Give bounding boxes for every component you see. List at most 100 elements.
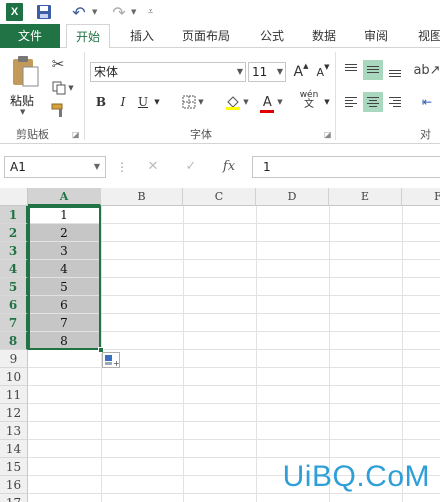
borders-icon — [182, 95, 196, 109]
cell-a1[interactable]: 1 — [28, 206, 101, 224]
font-launcher-icon[interactable]: ◪ — [324, 130, 332, 139]
row-header[interactable]: 16 — [0, 476, 28, 494]
cell-a4[interactable]: 4 — [28, 260, 101, 278]
row-header[interactable]: 1 — [0, 206, 28, 224]
save-icon[interactable] — [36, 3, 52, 21]
paste-dropdown-icon[interactable]: ▼ — [20, 108, 25, 116]
align-top-icon[interactable] — [341, 60, 361, 80]
row-header[interactable]: 5 — [0, 278, 28, 296]
formula-bar-splitter[interactable]: ⋮ — [116, 160, 128, 174]
column-header-c[interactable]: C — [183, 188, 256, 206]
decrease-indent-icon[interactable]: ⇤ — [414, 92, 440, 112]
chevron-down-icon: ▼ — [236, 67, 243, 76]
font-color-icon: A — [262, 94, 272, 110]
formula-value: 1 — [263, 160, 271, 174]
italic-button[interactable]: I — [116, 92, 130, 112]
cell-a2[interactable]: 2 — [28, 224, 101, 242]
row-header[interactable]: 7 — [0, 314, 28, 332]
row-header[interactable]: 4 — [0, 260, 28, 278]
row-header[interactable]: 17 — [0, 494, 28, 502]
cell-a7[interactable]: 7 — [28, 314, 101, 332]
quick-access-toolbar: X ↶ ▼ ↷ ▼ ⩡ — [0, 0, 440, 24]
phonetic-dropdown-icon[interactable]: ▼ — [322, 92, 332, 112]
decrease-font-size-icon: A — [316, 65, 325, 79]
watermark: UiBQ.CoM — [282, 460, 430, 493]
undo-icon[interactable]: ↶ — [68, 3, 90, 22]
decrease-font-size-button[interactable]: A ▼ — [314, 62, 332, 82]
tab-formulas[interactable]: 公式 — [250, 24, 294, 48]
column-header-b[interactable]: B — [101, 188, 183, 206]
tab-page-layout[interactable]: 页面布局 — [174, 24, 238, 48]
phonetic-guide-button[interactable]: wén 文 — [296, 90, 322, 110]
row-header[interactable]: 12 — [0, 404, 28, 422]
customize-qat-icon[interactable]: ⩡ — [148, 7, 153, 17]
excel-logo-icon: X — [6, 3, 23, 21]
align-center-icon[interactable] — [363, 92, 383, 112]
name-box[interactable]: A1 ▼ — [4, 156, 106, 178]
tab-data[interactable]: 数据 — [302, 24, 346, 48]
tab-insert[interactable]: 插入 — [120, 24, 164, 48]
group-divider — [84, 52, 85, 140]
row-header[interactable]: 8 — [0, 332, 28, 350]
tab-view[interactable]: 视图 — [408, 24, 440, 48]
borders-button[interactable]: ▼ — [178, 92, 208, 112]
row-header[interactable]: 6 — [0, 296, 28, 314]
auto-fill-options-icon[interactable]: + — [102, 352, 120, 368]
formula-input[interactable]: 1 — [252, 156, 440, 178]
cell-a8[interactable]: 8 — [28, 332, 101, 350]
font-name-value: 宋体 — [94, 65, 119, 79]
column-header-e[interactable]: E — [329, 188, 402, 206]
orientation-icon[interactable]: ab↗ — [413, 60, 440, 80]
clipboard-launcher-icon[interactable]: ◪ — [72, 130, 80, 139]
font-name-select[interactable]: 宋体 ▼ — [90, 62, 246, 82]
redo-dropdown-icon[interactable]: ▼ — [131, 8, 136, 16]
row-header[interactable]: 14 — [0, 440, 28, 458]
worksheet-grid[interactable]: A B C D E F 1 1 2 2 3 3 4 4 5 5 6 6 7 7 … — [0, 188, 440, 502]
cell-a6[interactable]: 6 — [28, 296, 101, 314]
chevron-down-icon: ▼ — [276, 67, 283, 76]
underline-dropdown-icon[interactable]: ▼ — [152, 92, 162, 112]
cut-icon[interactable]: ✂ — [48, 54, 68, 74]
row-header[interactable]: 9 — [0, 350, 28, 368]
svg-text:+: + — [113, 359, 119, 367]
cancel-icon[interactable]: ✕ — [140, 156, 166, 178]
bold-button[interactable]: B — [94, 92, 108, 112]
tab-file[interactable]: 文件 — [0, 24, 60, 48]
insert-function-button[interactable]: fx — [216, 156, 242, 178]
row-header[interactable]: 10 — [0, 368, 28, 386]
row-header[interactable]: 13 — [0, 422, 28, 440]
cell-a3[interactable]: 3 — [28, 242, 101, 260]
fill-color-icon — [226, 96, 241, 110]
ribbon-tabs: 文件 开始 插入 页面布局 公式 数据 审阅 视图 — [0, 24, 440, 49]
group-divider — [335, 52, 336, 140]
fill-color-button[interactable]: ▼ — [222, 92, 252, 112]
row-header[interactable]: 2 — [0, 224, 28, 242]
row-header[interactable]: 3 — [0, 242, 28, 260]
undo-dropdown-icon[interactable]: ▼ — [92, 8, 97, 16]
align-middle-icon[interactable] — [363, 60, 383, 80]
select-all-corner[interactable] — [0, 188, 28, 206]
redo-icon[interactable]: ↷ — [108, 3, 130, 22]
increase-font-size-button[interactable]: A ▲ — [292, 62, 310, 82]
format-painter-icon[interactable] — [48, 100, 68, 120]
name-box-value: A1 — [10, 160, 26, 174]
tab-home[interactable]: 开始 — [66, 24, 110, 49]
clipboard-group-label: 剪贴板 — [16, 128, 49, 141]
font-group-label: 字体 — [190, 128, 212, 141]
enter-icon[interactable]: ✓ — [178, 156, 204, 178]
column-header-d[interactable]: D — [256, 188, 329, 206]
font-color-button[interactable]: A ▼ — [256, 92, 286, 113]
row-header[interactable]: 15 — [0, 458, 28, 476]
align-left-icon[interactable] — [341, 92, 361, 112]
copy-button[interactable]: ▼ — [48, 78, 78, 98]
column-header-a[interactable]: A — [28, 188, 101, 206]
font-size-select[interactable]: 11 ▼ — [248, 62, 286, 82]
align-bottom-icon[interactable] — [385, 60, 405, 80]
row-header[interactable]: 11 — [0, 386, 28, 404]
align-right-icon[interactable] — [385, 92, 405, 112]
tab-review[interactable]: 审阅 — [354, 24, 398, 48]
paste-button[interactable]: 粘贴 ▼ — [8, 54, 42, 116]
column-header-f[interactable]: F — [402, 188, 440, 206]
cell-a5[interactable]: 5 — [28, 278, 101, 296]
underline-button[interactable]: U — [136, 92, 150, 112]
